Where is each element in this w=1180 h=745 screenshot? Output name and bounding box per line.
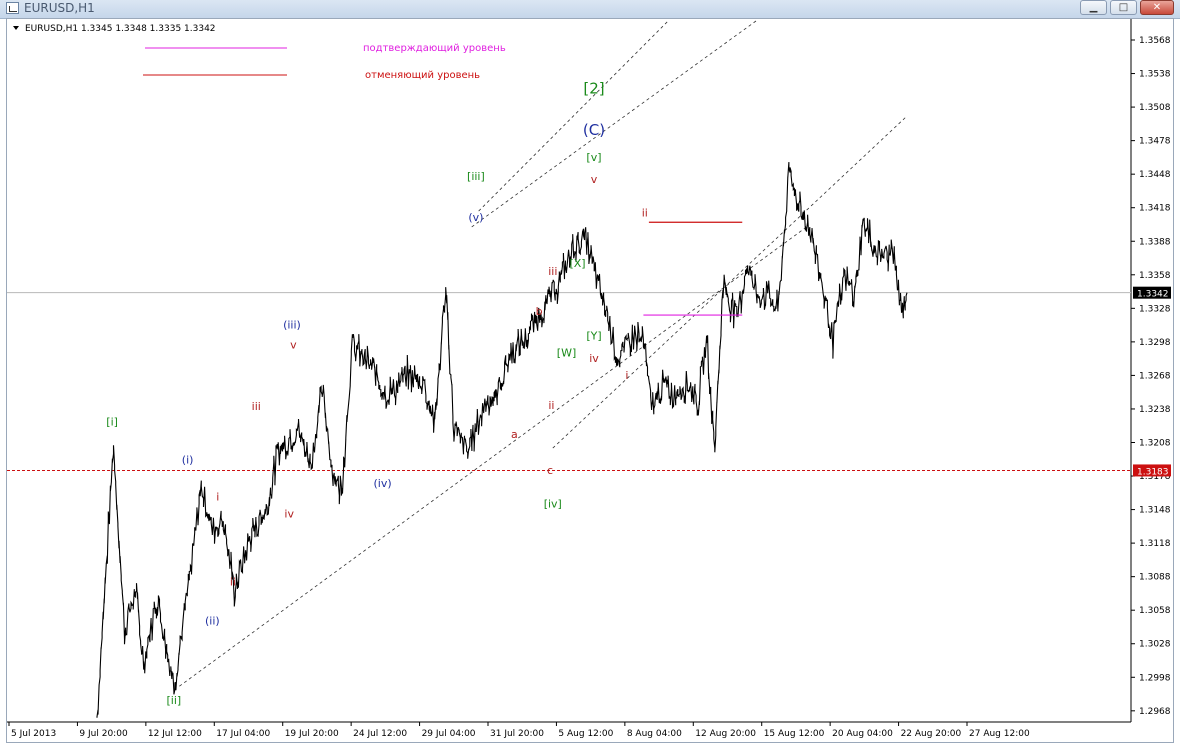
wave-label: [2] [583, 80, 604, 98]
wave-label: [iv] [544, 497, 562, 510]
y-tick-label: 1.3538 [1139, 70, 1171, 80]
x-tick-label: 9 Jul 20:00 [79, 729, 128, 739]
trend-channel-line [470, 20, 757, 229]
y-tick-label: 1.3298 [1139, 338, 1171, 348]
y-tick-label: 1.3448 [1139, 170, 1171, 180]
x-tick-label: 15 Aug 12:00 [764, 729, 825, 739]
wave-label: [X] [569, 257, 585, 270]
x-tick-label: 5 Jul 2013 [11, 729, 56, 739]
wave-label: ii [642, 207, 648, 220]
price-chart[interactable]: 1.3568 1.3538 1.3508 1.3478 1.3448 1.3418 1.33… [7, 19, 1173, 742]
x-tick-label: 31 Jul 20:00 [490, 729, 544, 739]
x-tick-label: 29 Jul 04:00 [422, 729, 476, 739]
window-titlebar[interactable]: EURUSD,H1 ▁ □ ✕ [0, 0, 1180, 19]
wave-label: i [625, 369, 628, 382]
wave-label: (v) [468, 211, 483, 224]
wave-label: (ii) [205, 615, 220, 628]
wave-label: v [290, 339, 297, 352]
wave-label: [v] [586, 151, 601, 164]
legend-label: отменяющий уровень [365, 70, 480, 81]
y-tick-label: 1.3388 [1139, 237, 1171, 247]
symbol-dropdown-icon [13, 26, 19, 30]
x-tick-label: 8 Aug 04:00 [627, 729, 682, 739]
wave-label: (iv) [373, 477, 391, 490]
y-tick-label: 1.3508 [1139, 103, 1171, 113]
x-tick-label: 12 Jul 12:00 [148, 729, 202, 739]
wave-label: ii [230, 576, 236, 589]
wave-label: b [536, 305, 543, 318]
y-tick-label: 1.3148 [1139, 506, 1171, 516]
chart-window-icon [6, 2, 19, 14]
wave-label: c [547, 464, 553, 477]
wave-label: iv [284, 507, 294, 520]
trend-channel-line [552, 115, 908, 449]
y-tick-label: 1.2998 [1139, 673, 1171, 683]
y-tick-label: 1.3418 [1139, 204, 1171, 214]
y-tick-label: 1.3208 [1139, 438, 1171, 448]
wave-label: (iii) [283, 318, 301, 331]
y-tick-label: 1.3358 [1139, 271, 1171, 281]
x-tick-label: 24 Jul 12:00 [353, 729, 407, 739]
wave-label: [i] [106, 416, 118, 429]
x-tick-label: 5 Aug 12:00 [558, 729, 613, 739]
y-tick-label: 1.3568 [1139, 36, 1171, 46]
wave-label: [Y] [586, 330, 601, 343]
x-tick-label: 22 Aug 20:00 [901, 729, 962, 739]
y-tick-label: 1.3028 [1139, 640, 1171, 650]
maximize-button[interactable]: □ [1110, 0, 1137, 15]
legend-label: подтверждающий уровень [363, 43, 506, 54]
close-button[interactable]: ✕ [1140, 0, 1174, 15]
current-price-label: 1.3342 [1137, 290, 1169, 300]
wave-label: a [511, 428, 518, 441]
y-tick-label: 1.3058 [1139, 606, 1171, 616]
y-tick-label: 1.3268 [1139, 371, 1171, 381]
wave-label: (C) [583, 121, 605, 139]
wave-label: (i) [182, 454, 194, 467]
x-tick-label: 27 Aug 12:00 [969, 729, 1030, 739]
wave-label: iii [252, 400, 261, 413]
trend-channel-line [478, 20, 669, 212]
x-tick-label: 20 Aug 04:00 [832, 729, 893, 739]
wave-label: i [216, 491, 219, 504]
wave-label: iv [589, 352, 599, 365]
window-title: EURUSD,H1 [24, 1, 95, 15]
wave-label: v [591, 173, 598, 186]
wave-label: [ii] [167, 694, 182, 707]
wave-label: ii [548, 399, 554, 412]
price-series-line [96, 162, 908, 718]
minimize-button[interactable]: ▁ [1080, 0, 1107, 15]
y-tick-label: 1.3328 [1139, 304, 1171, 314]
y-tick-label: 1.3118 [1139, 539, 1171, 549]
wave-label: iii [548, 265, 557, 278]
mt4-chart-window: EURUSD,H1 ▁ □ ✕ 1.3568 1.3538 1.3508 1.3478… [0, 0, 1180, 745]
y-tick-label: 1.3238 [1139, 405, 1171, 415]
wave-label: [iii] [467, 170, 485, 183]
x-tick-label: 19 Jul 20:00 [285, 729, 339, 739]
symbol-ohlc-line: EURUSD,H1 1.3345 1.3348 1.3335 1.3342 [25, 24, 216, 34]
y-tick-label: 1.2968 [1139, 707, 1171, 717]
y-tick-label: 1.3478 [1139, 137, 1171, 147]
chart-frame[interactable]: 1.3568 1.3538 1.3508 1.3478 1.3448 1.3418 1.33… [6, 18, 1174, 743]
y-tick-label: 1.3088 [1139, 573, 1171, 583]
x-tick-label: 12 Aug 20:00 [695, 729, 756, 739]
wave-label: [W] [557, 346, 576, 359]
level-marker-label: 1.3183 [1137, 467, 1169, 477]
x-tick-label: 17 Jul 04:00 [216, 729, 270, 739]
